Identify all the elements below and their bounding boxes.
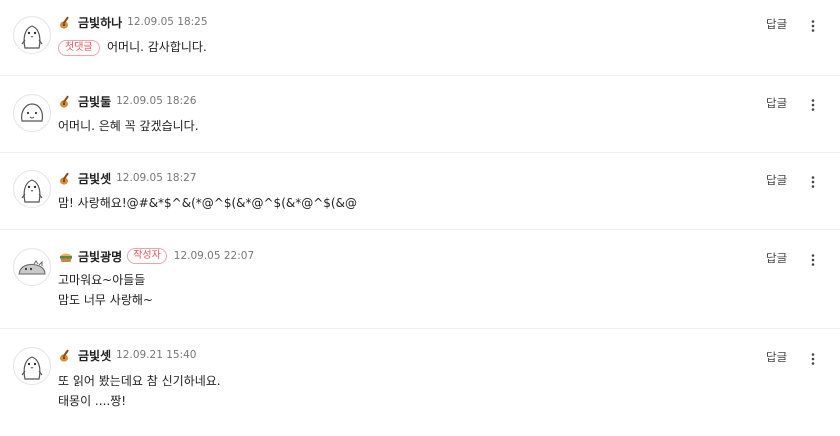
more-options-icon[interactable] — [807, 19, 819, 33]
reply-button[interactable]: 답글 — [766, 16, 787, 32]
guitar-level-icon — [58, 14, 74, 30]
comment-date: 12.09.05 18:27 — [116, 172, 197, 184]
reply-button[interactable]: 답글 — [766, 95, 787, 111]
seal-avatar-icon[interactable] — [13, 248, 51, 286]
comment-text: 고마워요~아들들 맘도 너무 사랑해~ — [58, 273, 153, 307]
comment-text: 어머니. 감사합니다. — [107, 40, 207, 54]
more-options-icon[interactable] — [807, 175, 819, 189]
more-options-icon[interactable] — [807, 352, 819, 366]
first-comment-badge: 첫댓글 — [58, 40, 100, 56]
comment-meta: 금빛광명 작성자 12.09.05 22:07 — [58, 248, 254, 264]
comment-nickname[interactable]: 금빛둘 — [78, 93, 111, 110]
penguin-avatar-icon[interactable] — [13, 347, 51, 385]
food-level-icon — [58, 248, 74, 264]
comment-nickname[interactable]: 금빛하나 — [78, 14, 122, 31]
comment-item: 금빛셋 12.09.21 15:40 또 읽어 봤는데요 참 신기하네요. 태몽… — [0, 329, 840, 436]
guitar-level-icon — [58, 93, 74, 109]
penguin-avatar-icon[interactable] — [13, 16, 51, 54]
comment-item: 금빛광명 작성자 12.09.05 22:07 고마워요~아들들 맘도 너무 사… — [0, 230, 840, 328]
comment-date: 12.09.21 15:40 — [116, 349, 197, 361]
blob-avatar-icon[interactable] — [13, 94, 51, 132]
comment-date: 12.09.05 22:07 — [173, 250, 255, 262]
reply-button[interactable]: 답글 — [766, 172, 787, 188]
comment-text: 또 읽어 봤는데요 참 신기하네요. 태몽이 ....짱! — [58, 374, 221, 408]
author-badge: 작성자 — [127, 248, 167, 264]
comment-nickname[interactable]: 금빛셋 — [78, 347, 111, 364]
comment-item: 금빛둘 12.09.05 18:26 어머니. 은혜 꼭 갚겠습니다. 답글 — [0, 76, 840, 152]
comment-item: 금빛셋 12.09.05 18:27 맘! 사랑해요!@#&*$^&(*@^$(… — [0, 153, 840, 229]
reply-button[interactable]: 답글 — [766, 250, 787, 266]
comment-text: 맘! 사랑해요!@#&*$^&(*@^$(&*@^$(&*@^$(&@ — [58, 196, 357, 210]
more-options-icon[interactable] — [807, 253, 819, 267]
comment-text: 어머니. 은혜 꼭 갚겠습니다. — [58, 119, 199, 133]
comment-date: 12.09.05 18:25 — [127, 16, 208, 28]
guitar-level-icon — [58, 170, 74, 186]
comment-item: 금빛하나 12.09.05 18:25 첫댓글 어머니. 감사합니다. 답글 — [0, 0, 840, 75]
comment-meta: 금빛셋 12.09.05 18:27 — [58, 170, 196, 186]
comment-meta: 금빛하나 12.09.05 18:25 — [58, 14, 208, 30]
comment-meta: 금빛셋 12.09.21 15:40 — [58, 347, 196, 363]
comment-meta: 금빛둘 12.09.05 18:26 — [58, 93, 196, 109]
reply-button[interactable]: 답글 — [766, 349, 787, 365]
comment-nickname[interactable]: 금빛셋 — [78, 170, 111, 187]
guitar-level-icon — [58, 347, 74, 363]
comment-nickname[interactable]: 금빛광명 — [78, 248, 122, 265]
more-options-icon[interactable] — [807, 98, 819, 112]
comment-date: 12.09.05 18:26 — [116, 95, 197, 107]
penguin-avatar-icon[interactable] — [13, 170, 51, 208]
